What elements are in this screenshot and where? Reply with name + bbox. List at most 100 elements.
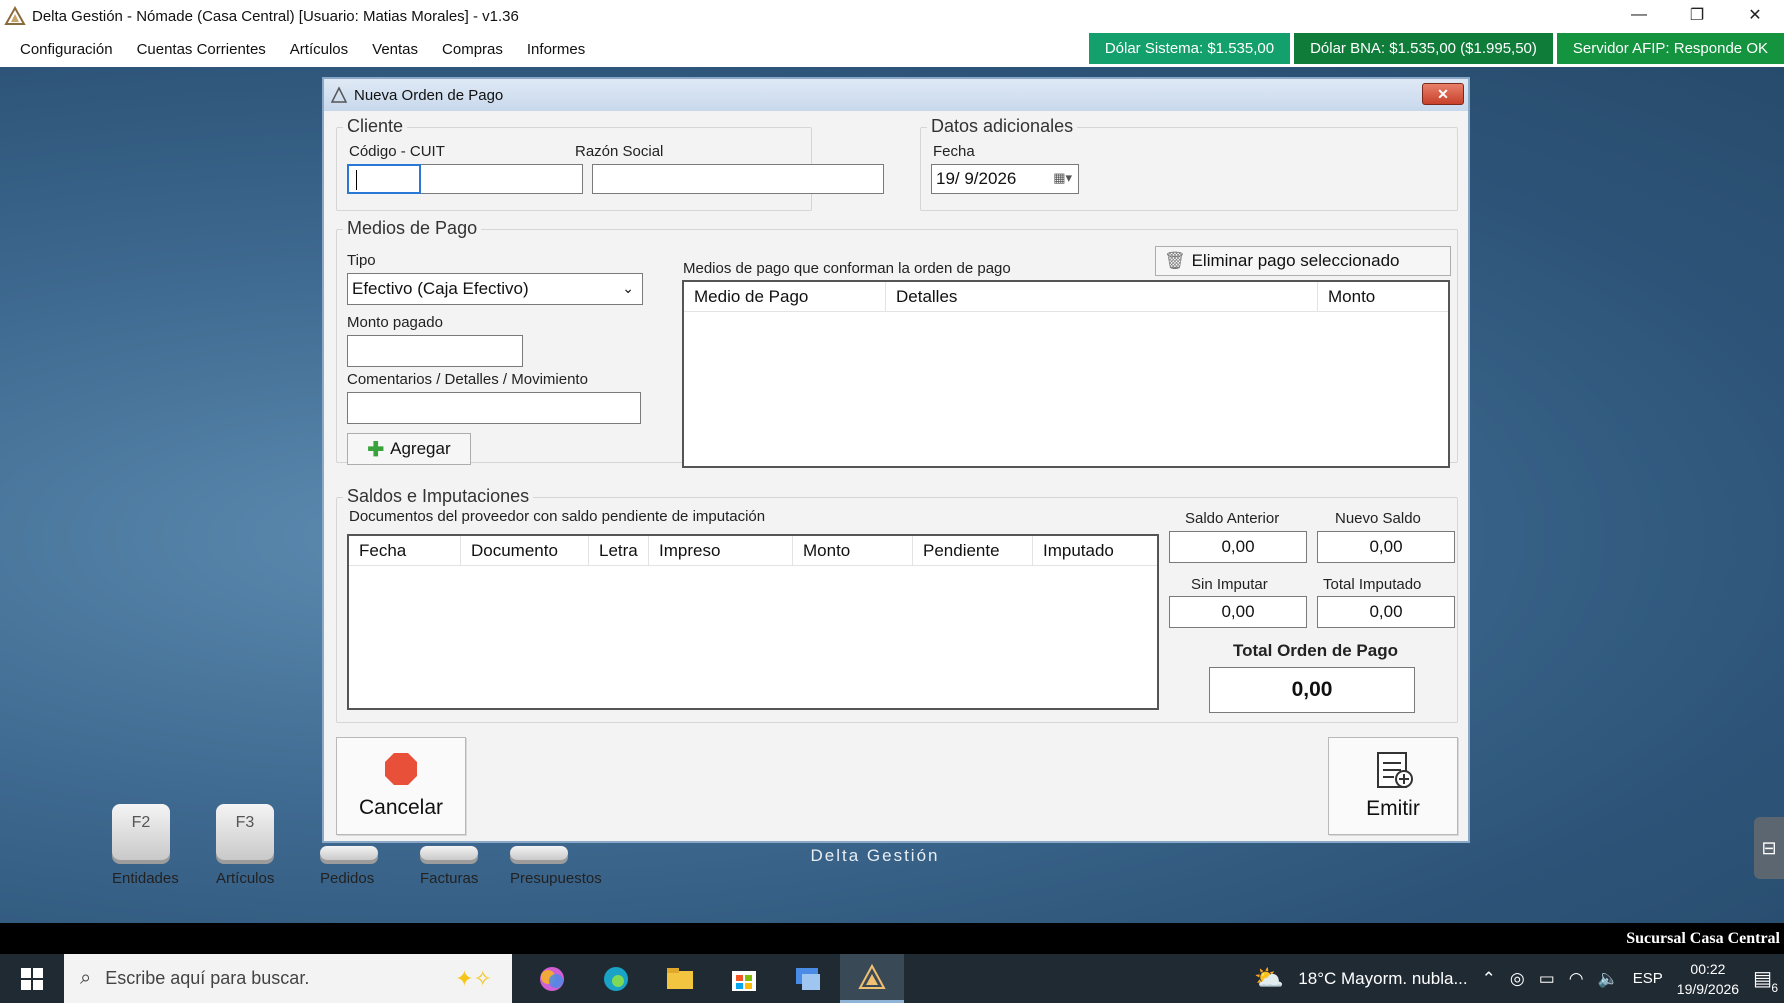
comentarios-label: Comentarios / Detalles / Movimiento — [347, 371, 588, 388]
minimize-button[interactable]: — — [1610, 0, 1668, 30]
wifi-icon[interactable]: ◠ — [1569, 969, 1584, 989]
eliminar-pago-button[interactable]: 🗑 Eliminar pago seleccionado — [1155, 246, 1451, 276]
ms-store-icon[interactable] — [712, 954, 776, 1003]
medios-grid-header: Medio de Pago Detalles Monto — [684, 282, 1448, 312]
shortcut-label: Pedidos — [320, 870, 375, 887]
col-monto[interactable]: Monto — [793, 536, 913, 565]
copilot-app-icon[interactable] — [520, 954, 584, 1003]
menu-articulos[interactable]: Artículos — [278, 41, 360, 58]
start-button[interactable] — [0, 954, 64, 1003]
f2-key-icon: F2 — [112, 804, 170, 860]
window-titlebar: Delta Gestión - Nómade (Casa Central) [U… — [0, 0, 1784, 32]
side-panel-handle-icon[interactable]: ⊟ — [1754, 817, 1784, 879]
emitir-button[interactable]: Emitir — [1328, 737, 1458, 835]
col-letra[interactable]: Letra — [589, 536, 649, 565]
saldo-anterior-label: Saldo Anterior — [1185, 510, 1280, 527]
notifications-count: 6 — [1771, 981, 1778, 995]
trash-icon: 🗑 — [1164, 251, 1186, 270]
col-pendiente[interactable]: Pendiente — [913, 536, 1033, 565]
search-placeholder: Escribe aquí para buscar. — [105, 968, 310, 988]
delta-gestion-taskbar-icon[interactable] — [840, 954, 904, 1003]
clock-time: 00:22 — [1690, 960, 1726, 977]
brand-name: Delta Gestión — [810, 846, 940, 865]
documentos-label: Documentos del proveedor con saldo pendi… — [349, 508, 766, 525]
saldos-title: Saldos e Imputaciones — [343, 486, 534, 507]
datos-adicionales-title: Datos adicionales — [927, 116, 1078, 137]
menu-bar: Configuración Cuentas Corrientes Artícul… — [0, 32, 1784, 67]
saldos-imputaciones-group: Saldos e Imputaciones Documentos del pro… — [336, 486, 1458, 723]
total-imputado-label: Total Imputado — [1323, 576, 1422, 593]
cancelar-button[interactable]: Cancelar — [336, 737, 466, 835]
col-fecha[interactable]: Fecha — [349, 536, 461, 565]
total-imputado-value: 0,00 — [1317, 596, 1455, 628]
copilot-sparkle-icon: ✦✧ — [455, 965, 492, 991]
medios-pago-group: Medios de Pago Tipo Efectivo (Caja Efect… — [336, 218, 1458, 468]
total-orden-label: Total Orden de Pago — [1233, 641, 1398, 660]
saldo-anterior-value: 0,00 — [1169, 531, 1307, 563]
col-documento[interactable]: Documento — [461, 536, 589, 565]
meet-icon[interactable]: ◎ — [1510, 969, 1525, 989]
battery-icon[interactable]: ▭ — [1539, 969, 1555, 989]
nuevo-saldo-value: 0,00 — [1317, 531, 1455, 563]
monto-pagado-input[interactable] — [347, 335, 523, 367]
restore-button[interactable]: ❐ — [1668, 0, 1726, 30]
documentos-grid[interactable]: Fecha Documento Letra Impreso Monto Pend… — [347, 534, 1159, 710]
weather-text[interactable]: 18°C Mayorm. nubla... — [1298, 969, 1467, 989]
fecha-picker[interactable]: 19/ 9/2026 ▦▾ — [931, 164, 1079, 194]
agregar-button[interactable]: ✚ Agregar — [347, 433, 471, 465]
menu-ventas[interactable]: Ventas — [360, 41, 430, 58]
volume-icon[interactable]: 🔈 — [1598, 969, 1619, 989]
razon-social-input[interactable] — [592, 164, 884, 194]
chevron-up-icon[interactable]: ⌃ — [1482, 969, 1496, 989]
taskbar-search[interactable]: ⌕ Escribe aquí para buscar. ✦✧ — [64, 954, 512, 1003]
shortcut-label: Entidades — [112, 870, 179, 887]
col-imputado[interactable]: Imputado — [1033, 536, 1157, 565]
key-icon — [510, 846, 568, 860]
menu-configuracion[interactable]: Configuración — [0, 41, 125, 58]
col-monto[interactable]: Monto — [1318, 282, 1448, 311]
remote-desktop-icon[interactable] — [776, 954, 840, 1003]
edge-browser-icon[interactable] — [584, 954, 648, 1003]
medios-pago-grid[interactable]: Medio de Pago Detalles Monto — [682, 280, 1450, 468]
sucursal-label: Sucursal Casa Central — [1626, 929, 1780, 947]
col-detalles[interactable]: Detalles — [886, 282, 1318, 311]
sucursal-strip: Sucursal Casa Central — [0, 923, 1784, 954]
shortcut-entidades[interactable]: F2 Entidades — [112, 804, 179, 887]
delta-logo-icon — [4, 5, 26, 25]
tipo-select[interactable]: Efectivo (Caja Efectivo) ⌄ — [347, 273, 643, 305]
dialog-close-button[interactable]: ✕ — [1422, 83, 1464, 105]
codigo-input[interactable] — [347, 164, 421, 194]
shortcut-articulos[interactable]: F3 Artículos — [216, 804, 274, 887]
dialog-titlebar: Nueva Orden de Pago — [324, 79, 1468, 111]
notifications-icon[interactable]: ▤ 6 — [1753, 966, 1778, 995]
eliminar-label: Eliminar pago seleccionado — [1191, 251, 1400, 270]
calendar-dropdown-icon[interactable]: ▦▾ — [1053, 170, 1072, 186]
col-impreso[interactable]: Impreso — [649, 536, 793, 565]
plus-icon: ✚ — [367, 438, 385, 461]
windows-taskbar: ⌕ Escribe aquí para buscar. ✦✧ ⛅ 18°C Ma… — [0, 954, 1784, 1003]
comentarios-input[interactable] — [347, 392, 641, 424]
codigo-field[interactable] — [347, 164, 583, 194]
documentos-grid-header: Fecha Documento Letra Impreso Monto Pend… — [349, 536, 1157, 566]
nuevo-saldo-label: Nuevo Saldo — [1335, 510, 1421, 527]
sin-imputar-label: Sin Imputar — [1191, 576, 1268, 593]
afip-status-badge: Servidor AFIP: Responde OK — [1556, 33, 1784, 64]
language-indicator[interactable]: ESP — [1633, 970, 1663, 987]
datos-adicionales-group: Datos adicionales Fecha 19/ 9/2026 ▦▾ — [920, 116, 1458, 211]
menu-informes[interactable]: Informes — [515, 41, 597, 58]
clock[interactable]: 00:22 19/9/2026 — [1677, 959, 1739, 999]
dialog-title: Nueva Orden de Pago — [354, 86, 504, 104]
menu-compras[interactable]: Compras — [430, 41, 515, 58]
razon-social-label: Razón Social — [575, 143, 664, 160]
weather-cloud-icon[interactable]: ⛅ — [1254, 964, 1284, 993]
codigo-label: Código - CUIT — [349, 143, 445, 160]
cancelar-label: Cancelar — [358, 796, 444, 819]
key-icon — [320, 846, 378, 860]
col-medio-pago[interactable]: Medio de Pago — [684, 282, 886, 311]
sin-imputar-value: 0,00 — [1169, 596, 1307, 628]
close-window-button[interactable]: ✕ — [1726, 0, 1784, 30]
stop-icon — [385, 753, 417, 785]
menu-cuentas-corrientes[interactable]: Cuentas Corrientes — [125, 41, 278, 58]
fecha-value: 19/ 9/2026 — [936, 169, 1017, 188]
file-explorer-icon[interactable] — [648, 954, 712, 1003]
